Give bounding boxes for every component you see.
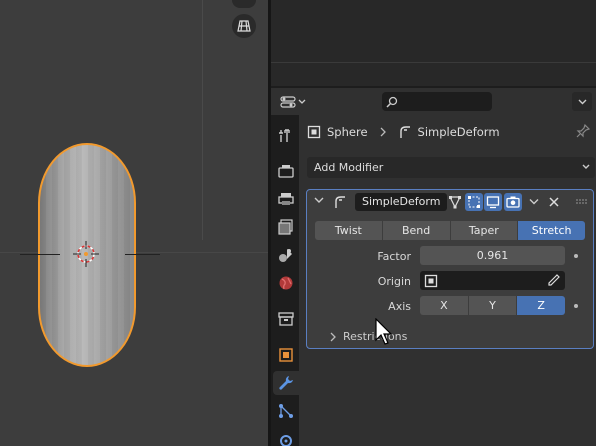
modifier-header: SimpleDeform bbox=[307, 190, 593, 214]
chevron-down-icon bbox=[582, 164, 590, 169]
tab-output[interactable] bbox=[273, 187, 299, 211]
mode-bend-button[interactable]: Bend bbox=[382, 221, 450, 240]
vertex-triangle-icon bbox=[449, 196, 461, 209]
tab-modifiers[interactable] bbox=[273, 371, 299, 395]
remove-modifier-button[interactable] bbox=[545, 193, 563, 211]
properties-header bbox=[271, 88, 596, 115]
axis-x-button[interactable]: X bbox=[420, 296, 468, 315]
chevron-down-icon bbox=[298, 99, 306, 104]
header-options-dropdown[interactable] bbox=[572, 92, 592, 111]
axis-z-button[interactable]: Z bbox=[517, 296, 566, 315]
3d-cursor-icon bbox=[73, 241, 99, 267]
keyframe-dot-icon[interactable] bbox=[574, 304, 578, 308]
mode-twist-button[interactable]: Twist bbox=[315, 221, 382, 240]
tab-tool[interactable] bbox=[273, 124, 299, 148]
breadcrumb: Sphere SimpleDeform bbox=[307, 122, 500, 142]
close-icon bbox=[549, 197, 559, 207]
tab-scene[interactable] bbox=[273, 243, 299, 267]
wrench-icon bbox=[279, 376, 293, 390]
mouse-cursor-icon bbox=[375, 318, 393, 345]
breadcrumb-object: Sphere bbox=[327, 125, 368, 139]
origin-label: Origin bbox=[377, 275, 411, 288]
edit-mode-icon bbox=[468, 196, 480, 208]
tab-view-layer[interactable] bbox=[273, 215, 299, 239]
properties-tabs bbox=[271, 115, 299, 446]
editor-type-selector[interactable] bbox=[280, 92, 310, 112]
eyedropper-icon[interactable] bbox=[547, 274, 560, 287]
tab-object[interactable] bbox=[273, 343, 299, 367]
pin-icon[interactable] bbox=[576, 123, 591, 141]
edit-mode-button[interactable] bbox=[465, 193, 483, 211]
mode-taper-button[interactable]: Taper bbox=[450, 221, 518, 240]
3d-viewport[interactable] bbox=[0, 0, 268, 446]
edit-mode-cage-button[interactable] bbox=[446, 193, 464, 211]
restrictions-subpanel[interactable]: Restrictions bbox=[329, 330, 407, 343]
axis-selector: X Y Z bbox=[420, 296, 566, 315]
viewport-display-button[interactable] bbox=[484, 193, 502, 211]
keyframe-dot-icon[interactable] bbox=[574, 254, 578, 258]
modifier-extras-dropdown[interactable] bbox=[525, 193, 543, 211]
properties-editor: Sphere SimpleDeform Add Modifier SimpleD… bbox=[299, 115, 596, 446]
collapse-chevron-icon[interactable] bbox=[314, 197, 324, 205]
tab-particles[interactable] bbox=[273, 399, 299, 423]
breadcrumb-modifier: SimpleDeform bbox=[417, 125, 500, 139]
scene-icon bbox=[279, 249, 292, 262]
axis-y-button[interactable]: Y bbox=[468, 296, 517, 315]
mode-stretch-button[interactable]: Stretch bbox=[518, 221, 585, 240]
chevron-right-icon bbox=[330, 332, 336, 341]
chevron-down-icon bbox=[529, 199, 539, 205]
drag-handle-icon[interactable] bbox=[575, 198, 589, 206]
view-layer-icon bbox=[278, 219, 293, 235]
simple-deform-icon bbox=[399, 126, 410, 138]
render-icon bbox=[278, 165, 294, 178]
chevron-down-icon bbox=[578, 99, 586, 104]
object-icon bbox=[307, 125, 321, 139]
outliner-area[interactable] bbox=[271, 0, 596, 86]
simple-deform-icon bbox=[335, 196, 345, 208]
object-icon bbox=[279, 348, 293, 362]
chevron-right-icon bbox=[380, 127, 386, 137]
collection-icon bbox=[278, 312, 294, 326]
factor-slider[interactable]: 0.961 bbox=[420, 246, 565, 265]
deform-mode-selector: Twist Bend Taper Stretch bbox=[315, 221, 585, 240]
simple-deform-modifier-panel: SimpleDeform Twist Bend Taper Stretch Fa… bbox=[306, 189, 594, 349]
tab-render[interactable] bbox=[273, 159, 299, 183]
world-icon bbox=[279, 276, 293, 290]
monitor-icon bbox=[486, 196, 500, 209]
factor-label: Factor bbox=[377, 250, 411, 263]
zoom-icon[interactable] bbox=[232, 0, 256, 8]
search-icon bbox=[386, 96, 398, 108]
tab-world[interactable] bbox=[273, 271, 299, 295]
tab-physics[interactable] bbox=[273, 427, 299, 446]
perspective-grid-icon[interactable] bbox=[232, 14, 256, 38]
object-icon bbox=[424, 274, 438, 287]
search-input[interactable] bbox=[398, 95, 478, 108]
factor-value: 0.961 bbox=[476, 249, 509, 262]
camera-icon bbox=[506, 196, 520, 208]
physics-icon bbox=[280, 435, 292, 446]
output-icon bbox=[278, 193, 294, 205]
properties-editor-icon bbox=[280, 96, 296, 108]
particles-icon bbox=[279, 404, 293, 418]
render-display-button[interactable] bbox=[504, 193, 522, 211]
search-field[interactable] bbox=[382, 92, 492, 111]
tool-icon bbox=[279, 129, 290, 142]
axis-label: Axis bbox=[388, 300, 411, 313]
origin-object-field[interactable] bbox=[420, 271, 565, 290]
tab-collection[interactable] bbox=[273, 307, 299, 331]
add-modifier-dropdown[interactable]: Add Modifier bbox=[307, 157, 595, 178]
modifier-name-field[interactable]: SimpleDeform bbox=[355, 193, 447, 211]
grid-line bbox=[202, 0, 203, 240]
add-modifier-label: Add Modifier bbox=[314, 161, 384, 174]
viewport-navigation bbox=[232, 0, 258, 42]
